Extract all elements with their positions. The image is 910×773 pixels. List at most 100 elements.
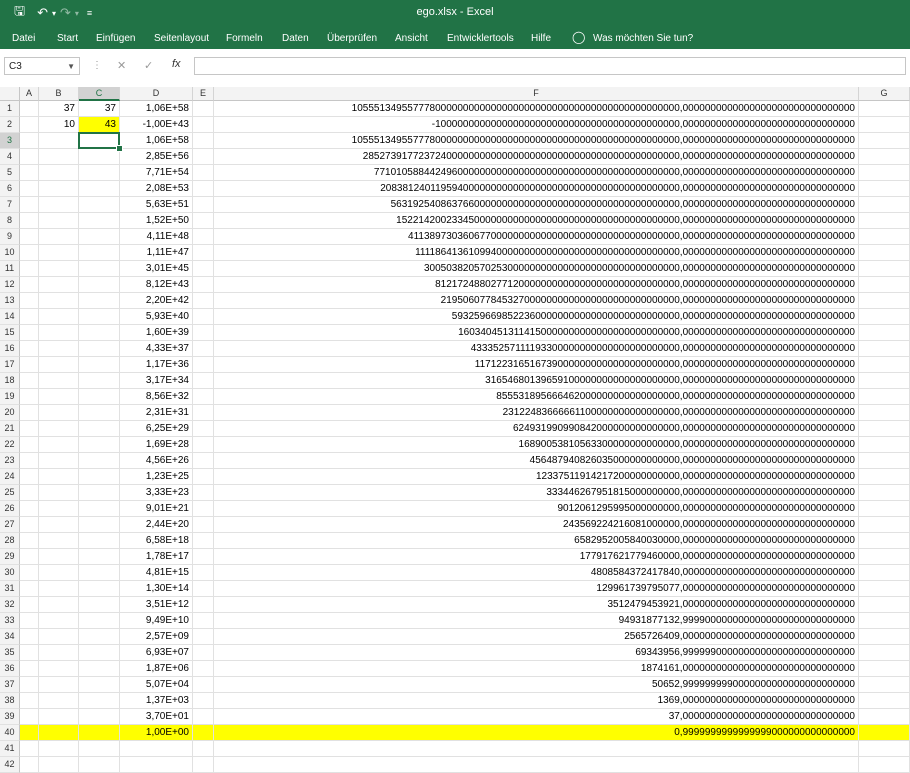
cell-g38[interactable]: [859, 693, 910, 709]
row-header[interactable]: 30: [0, 565, 20, 581]
cell-g23[interactable]: [859, 453, 910, 469]
cell-b5[interactable]: [39, 165, 79, 181]
cell-f29[interactable]: 177917621779460000,000000000000000000000…: [214, 549, 859, 565]
cancel-icon[interactable]: ✕: [117, 59, 126, 72]
row-header[interactable]: 13: [0, 293, 20, 309]
cell-b6[interactable]: [39, 181, 79, 197]
cell-b28[interactable]: [39, 533, 79, 549]
cell-b13[interactable]: [39, 293, 79, 309]
cell-a33[interactable]: [20, 613, 39, 629]
cell-b21[interactable]: [39, 421, 79, 437]
cell-d31[interactable]: 1,30E+14: [120, 581, 193, 597]
cell-f21[interactable]: 624931990990842000000000000000,000000000…: [214, 421, 859, 437]
cell-c28[interactable]: [79, 533, 120, 549]
cell-d35[interactable]: 6,93E+07: [120, 645, 193, 661]
cell-e42[interactable]: [193, 757, 214, 773]
row-header[interactable]: 24: [0, 469, 20, 485]
cell-e2[interactable]: [193, 117, 214, 133]
cell-d36[interactable]: 1,87E+06: [120, 661, 193, 677]
cell-b9[interactable]: [39, 229, 79, 245]
cell-g41[interactable]: [859, 741, 910, 757]
cell-e13[interactable]: [193, 293, 214, 309]
cell-b18[interactable]: [39, 373, 79, 389]
cell-d18[interactable]: 3,17E+34: [120, 373, 193, 389]
cell-b34[interactable]: [39, 629, 79, 645]
cell-d21[interactable]: 6,25E+29: [120, 421, 193, 437]
cell-c14[interactable]: [79, 309, 120, 325]
cell-c1[interactable]: 37: [79, 101, 120, 117]
cell-g39[interactable]: [859, 709, 910, 725]
cell-g35[interactable]: [859, 645, 910, 661]
cell-f13[interactable]: 2195060778453270000000000000000000000000…: [214, 293, 859, 309]
cell-a30[interactable]: [20, 565, 39, 581]
cell-e6[interactable]: [193, 181, 214, 197]
cell-c25[interactable]: [79, 485, 120, 501]
cell-f3[interactable]: 1055513495577780000000000000000000000000…: [214, 133, 859, 149]
row-header[interactable]: 2: [0, 117, 20, 133]
cell-f38[interactable]: 1369,0000000000000000000000000000000: [214, 693, 859, 709]
cell-a2[interactable]: [20, 117, 39, 133]
cell-e21[interactable]: [193, 421, 214, 437]
cell-c10[interactable]: [79, 245, 120, 261]
cell-f10[interactable]: 1111864136109940000000000000000000000000…: [214, 245, 859, 261]
cell-a27[interactable]: [20, 517, 39, 533]
cell-d34[interactable]: 2,57E+09: [120, 629, 193, 645]
cell-b36[interactable]: [39, 661, 79, 677]
cell-d38[interactable]: 1,37E+03: [120, 693, 193, 709]
name-box[interactable]: C3 ▼: [4, 57, 80, 75]
cell-c35[interactable]: [79, 645, 120, 661]
cell-e14[interactable]: [193, 309, 214, 325]
row-header[interactable]: 36: [0, 661, 20, 677]
cell-d33[interactable]: 9,49E+10: [120, 613, 193, 629]
cell-b12[interactable]: [39, 277, 79, 293]
cell-d7[interactable]: 5,63E+51: [120, 197, 193, 213]
cell-f6[interactable]: 2083812401195940000000000000000000000000…: [214, 181, 859, 197]
cell-e1[interactable]: [193, 101, 214, 117]
cell-e4[interactable]: [193, 149, 214, 165]
cell-b40[interactable]: [39, 725, 79, 741]
row-header[interactable]: 17: [0, 357, 20, 373]
cell-a34[interactable]: [20, 629, 39, 645]
cell-d29[interactable]: 1,78E+17: [120, 549, 193, 565]
cell-e9[interactable]: [193, 229, 214, 245]
cell-f25[interactable]: 333446267951815000000000,000000000000000…: [214, 485, 859, 501]
cell-a22[interactable]: [20, 437, 39, 453]
row-header[interactable]: 21: [0, 421, 20, 437]
cell-c19[interactable]: [79, 389, 120, 405]
cell-f14[interactable]: 5932596698522360000000000000000000000000…: [214, 309, 859, 325]
cell-b38[interactable]: [39, 693, 79, 709]
cell-f4[interactable]: 2852739177237240000000000000000000000000…: [214, 149, 859, 165]
row-header[interactable]: 9: [0, 229, 20, 245]
cell-d16[interactable]: 4,33E+37: [120, 341, 193, 357]
cell-e33[interactable]: [193, 613, 214, 629]
column-header-d[interactable]: D: [120, 87, 193, 101]
cell-g17[interactable]: [859, 357, 910, 373]
cell-a3[interactable]: [20, 133, 39, 149]
enter-icon[interactable]: ✓: [144, 59, 153, 72]
cell-f42[interactable]: [214, 757, 859, 773]
cell-a18[interactable]: [20, 373, 39, 389]
cell-a6[interactable]: [20, 181, 39, 197]
cell-a38[interactable]: [20, 693, 39, 709]
cell-a32[interactable]: [20, 597, 39, 613]
cell-c18[interactable]: [79, 373, 120, 389]
tab-ansicht[interactable]: Ansicht: [395, 33, 428, 44]
cell-b33[interactable]: [39, 613, 79, 629]
cell-b24[interactable]: [39, 469, 79, 485]
cell-g19[interactable]: [859, 389, 910, 405]
cell-g18[interactable]: [859, 373, 910, 389]
cell-c5[interactable]: [79, 165, 120, 181]
cell-d41[interactable]: [120, 741, 193, 757]
cell-b20[interactable]: [39, 405, 79, 421]
cell-a9[interactable]: [20, 229, 39, 245]
cell-c6[interactable]: [79, 181, 120, 197]
cell-c34[interactable]: [79, 629, 120, 645]
row-header[interactable]: 28: [0, 533, 20, 549]
cell-a40[interactable]: [20, 725, 39, 741]
row-header[interactable]: 3: [0, 133, 20, 149]
row-header[interactable]: 33: [0, 613, 20, 629]
row-header[interactable]: 42: [0, 757, 20, 773]
cell-a4[interactable]: [20, 149, 39, 165]
cell-g28[interactable]: [859, 533, 910, 549]
cell-a8[interactable]: [20, 213, 39, 229]
